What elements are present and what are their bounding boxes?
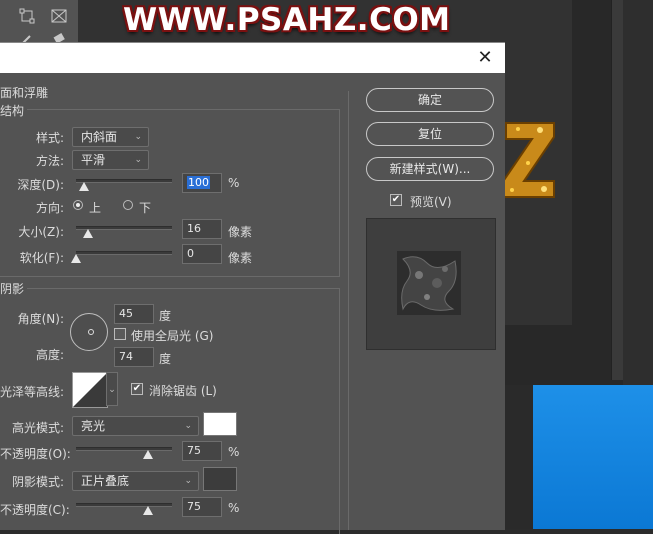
shadow-opacity-slider[interactable] — [76, 503, 172, 515]
depth-unit: % — [228, 176, 240, 190]
shadow-opacity-slider-thumb[interactable] — [143, 506, 153, 515]
soften-slider[interactable] — [71, 251, 172, 263]
highlight-opacity-slider-thumb[interactable] — [143, 450, 153, 459]
watermark-text: WWW.PSAHZ.COM — [123, 2, 451, 38]
method-label: 方法: — [35, 154, 64, 168]
style-value: 内斜面 — [81, 130, 118, 144]
shadow-mode-select[interactable]: 正片叠底 ⌄ — [72, 471, 199, 491]
gloss-contour-preview[interactable] — [72, 372, 108, 408]
soften-label: 软化(F): — [19, 251, 64, 265]
angle-dial-marker — [88, 329, 94, 335]
method-value: 平滑 — [81, 153, 106, 167]
depth-slider[interactable] — [76, 179, 172, 191]
angle-unit: 度 — [159, 309, 172, 323]
anti-alias-label: 消除锯齿 (L) — [149, 384, 217, 398]
altitude-unit: 度 — [159, 352, 172, 366]
preview-label: 预览(V) — [410, 195, 452, 209]
direction-down-radio[interactable] — [123, 200, 133, 210]
gold-letter-artwork — [498, 115, 558, 205]
shadow-mode-value: 正片叠底 — [81, 474, 130, 488]
altitude-input[interactable]: 74 — [114, 347, 154, 367]
direction-up-label: 上 — [89, 201, 102, 215]
highlight-color-swatch[interactable] — [203, 412, 237, 436]
altitude-label: 高度: — [35, 348, 64, 362]
highlight-opacity-unit: % — [228, 445, 240, 459]
new-style-button[interactable]: 新建样式(W)... — [366, 157, 494, 181]
reset-button[interactable]: 复位 — [366, 122, 494, 146]
section-title: 面和浮雕 — [0, 86, 49, 100]
gloss-contour-label: 光泽等高线: — [0, 385, 65, 399]
style-label: 样式: — [35, 131, 64, 145]
highlight-opacity-label: 不透明度(O): — [0, 447, 71, 461]
soften-slider-thumb[interactable] — [71, 254, 81, 263]
global-light-label: 使用全局光 (G) — [131, 329, 214, 343]
shadow-color-swatch[interactable] — [203, 467, 237, 491]
right-panel — [623, 0, 653, 385]
soften-input[interactable]: 0 — [182, 244, 222, 264]
shadow-opacity-unit: % — [228, 501, 240, 515]
chevron-down-icon: ⌄ — [184, 476, 192, 486]
shadow-opacity-input[interactable]: 75 — [182, 497, 222, 517]
style-select[interactable]: 内斜面 ⌄ — [72, 127, 149, 147]
highlight-mode-label: 高光模式: — [11, 421, 64, 435]
dialog-titlebar[interactable]: ✕ — [0, 43, 505, 73]
ok-button[interactable]: 确定 — [366, 88, 494, 112]
toolbar — [0, 0, 78, 45]
panel-edge — [505, 385, 533, 529]
chevron-down-icon[interactable]: ⌄ — [106, 372, 118, 406]
layer-style-dialog: ✕ 面和浮雕 结构 样式: 内斜面 ⌄ 方法: 平滑 ⌄ 深度(D): 100 … — [0, 42, 505, 534]
close-icon[interactable]: ✕ — [475, 48, 495, 68]
size-input[interactable]: 16 — [182, 219, 222, 239]
depth-slider-thumb[interactable] — [78, 182, 89, 191]
size-slider[interactable] — [76, 226, 172, 238]
angle-input[interactable]: 45 — [114, 304, 154, 324]
preview-checkbox[interactable]: ✔ — [390, 194, 402, 206]
angle-label: 角度(N): — [17, 312, 64, 326]
shadow-mode-label: 阴影模式: — [11, 475, 64, 489]
highlight-mode-select[interactable]: 亮光 ⌄ — [72, 416, 199, 436]
structure-title: 结构 — [0, 102, 28, 119]
method-select[interactable]: 平滑 ⌄ — [72, 150, 149, 170]
size-slider-thumb[interactable] — [82, 229, 93, 238]
divider — [348, 91, 349, 530]
transform-icon[interactable] — [18, 8, 36, 26]
angle-dial[interactable] — [70, 313, 108, 351]
chevron-down-icon: ⌄ — [184, 421, 192, 431]
anti-alias-checkbox[interactable]: ✔ — [131, 383, 143, 395]
global-light-checkbox[interactable] — [114, 328, 126, 340]
shading-title: 阴影 — [0, 280, 28, 297]
soften-unit: 像素 — [228, 251, 253, 265]
size-label: 大小(Z): — [18, 225, 64, 239]
direction-label: 方向: — [35, 201, 64, 215]
style-preview-thumbnail — [397, 251, 461, 315]
crop-frame-icon[interactable] — [50, 8, 68, 26]
direction-up-radio[interactable] — [73, 200, 83, 210]
chevron-down-icon: ⌄ — [134, 132, 142, 142]
direction-down-label: 下 — [139, 201, 152, 215]
size-unit: 像素 — [228, 225, 253, 239]
highlight-opacity-input[interactable]: 75 — [182, 441, 222, 461]
chevron-down-icon: ⌄ — [134, 155, 142, 165]
highlight-mode-value: 亮光 — [81, 419, 106, 433]
highlight-opacity-slider[interactable] — [76, 447, 172, 459]
shadow-opacity-label: 不透明度(C): — [0, 503, 70, 517]
depth-label: 深度(D): — [17, 178, 64, 192]
depth-input[interactable]: 100 — [182, 173, 222, 193]
